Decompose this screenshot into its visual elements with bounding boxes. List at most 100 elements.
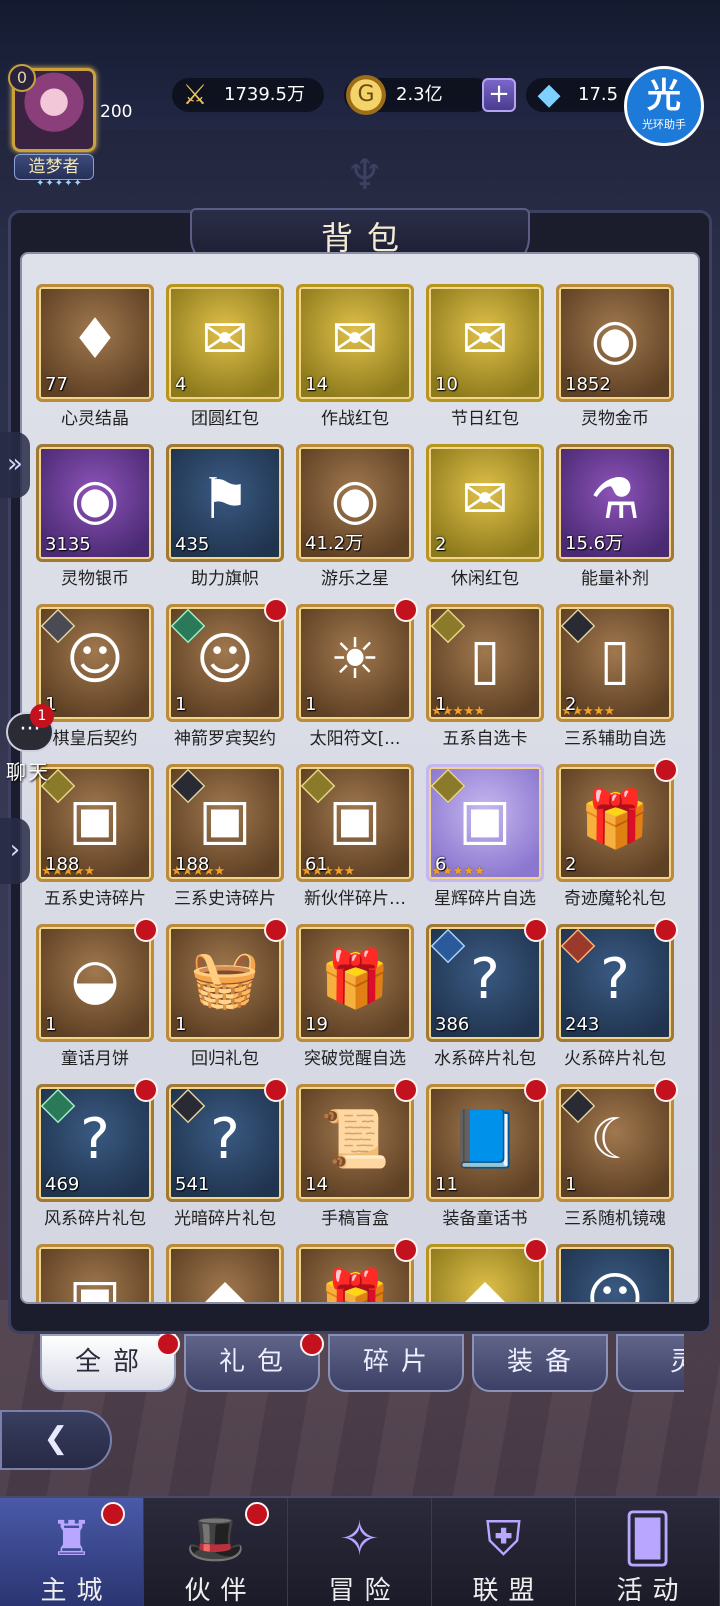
expand-right-arrow[interactable]: ›	[0, 818, 30, 884]
item-quantity: 1	[565, 1174, 577, 1195]
helper-app-badge[interactable]: 光 光环助手	[624, 66, 704, 146]
player-avatar-frame[interactable]: 0 造梦者 ✦✦✦✦✦	[8, 64, 100, 189]
new-notification-dot	[654, 758, 678, 782]
item-card[interactable]: ☺ 1	[166, 604, 284, 722]
inventory-item[interactable]: ▣	[36, 1244, 154, 1302]
item-card[interactable]: ◆	[166, 1244, 284, 1302]
inventory-item[interactable]: ▣ ★★★★★ 188 三系史诗碎片	[166, 764, 284, 910]
gift-box-icon: 🎁	[580, 787, 650, 852]
item-card[interactable]: ◒ 1	[36, 924, 154, 1042]
nav-item-3[interactable]: ⛨ 联盟	[432, 1498, 576, 1606]
inventory-item[interactable]: ◉ 3135 灵物银币	[36, 444, 154, 590]
sword-icon: ⚔	[182, 78, 208, 111]
item-card[interactable]: ☺ 1	[36, 604, 154, 722]
item-card[interactable]: ? 243	[556, 924, 674, 1042]
inventory-item[interactable]: 🎁 19 突破觉醒自选	[296, 924, 414, 1070]
item-label: 能量补剂	[581, 569, 649, 589]
inventory-item[interactable]: ☺	[556, 1244, 674, 1304]
item-label: 奇迹魔轮礼包	[564, 889, 666, 909]
tab-3[interactable]: 装备	[472, 1334, 608, 1392]
inventory-item[interactable]: ☀ 1 太阳符文[...	[296, 598, 418, 750]
item-card[interactable]: 🎁 2	[556, 764, 674, 882]
item-card[interactable]: ◉ 1852	[556, 284, 674, 402]
item-card[interactable]: ▣ ★★★★★ 6	[426, 764, 544, 882]
tab-0[interactable]: 全部	[40, 1334, 180, 1392]
tab-4[interactable]: 灵	[616, 1334, 684, 1392]
item-card[interactable]: ▣ ★★★★★ 188	[166, 764, 284, 882]
inventory-item[interactable]: ✉ 4 团圆红包	[166, 284, 284, 430]
item-label: 五系史诗碎片	[44, 889, 146, 909]
item-card[interactable]: 📘 11	[426, 1084, 544, 1202]
inventory-item[interactable]: ◆	[426, 1238, 548, 1302]
inventory-item[interactable]: ? 541 光暗碎片礼包	[166, 1078, 288, 1230]
item-card[interactable]: ◉ 41.2万	[296, 444, 414, 562]
inventory-item[interactable]: ▯ ★★★★★ 2 三系辅助自选	[556, 604, 674, 750]
item-card[interactable]: ♦ 77	[36, 284, 154, 402]
inventory-item[interactable]: ▣ ★★★★★ 61 新伙伴碎片…	[296, 764, 414, 910]
inventory-item[interactable]: ⚑ 435 助力旗帜	[166, 444, 284, 590]
inventory-item[interactable]: 🎁	[296, 1238, 418, 1302]
item-card[interactable]: ⚑ 435	[166, 444, 284, 562]
nav-item-0[interactable]: ♜ 主城	[0, 1498, 144, 1606]
nav-item-4[interactable]: 🂠 活动	[576, 1498, 720, 1606]
item-card[interactable]: ▣	[36, 1244, 154, 1302]
item-card[interactable]: ▯ ★★★★★ 1	[426, 604, 544, 722]
nav-item-1[interactable]: 🎩 伙伴	[144, 1498, 288, 1606]
back-arrow-icon: ❮	[43, 1421, 69, 1456]
category-tabs: 全部 礼包 碎片 装备 灵	[40, 1334, 684, 1392]
item-label: 三系辅助自选	[564, 729, 666, 749]
back-button[interactable]: ❮	[0, 1410, 112, 1470]
inventory-item[interactable]: ▣ ★★★★★ 6 星辉碎片自选	[426, 764, 544, 910]
inventory-panel[interactable]: ♦ 77 心灵结晶 ✉ 4 团圆红包 ✉ 14 作战红包 ✉ 10 节日红包 ◉ 1852 灵物金币 ◉ 313…	[20, 252, 700, 1304]
inventory-item[interactable]: ⚗ 15.6万能量补剂	[556, 444, 674, 590]
tab-1[interactable]: 礼包	[184, 1334, 324, 1392]
new-notification-dot	[245, 1502, 269, 1526]
item-quantity: 1	[175, 1014, 187, 1035]
inventory-item[interactable]: 🧺 1 回归礼包	[166, 918, 288, 1070]
item-card[interactable]: 🧺 1	[166, 924, 284, 1042]
item-card[interactable]: ? 541	[166, 1084, 284, 1202]
item-card[interactable]: ◉ 3135	[36, 444, 154, 562]
item-card[interactable]: ✉ 14	[296, 284, 414, 402]
inventory-item[interactable]: ◆	[166, 1244, 284, 1302]
item-quantity: 10	[435, 374, 458, 395]
item-card[interactable]: ☾ 1	[556, 1084, 674, 1202]
top-bar: 0 造梦者 ✦✦✦✦✦ 200 ⚔ 1739.5万 G 2.3亿 + ◆ 17.…	[0, 62, 720, 189]
inventory-item[interactable]: 📘 11 装备童话书	[426, 1078, 548, 1230]
nav-item-2[interactable]: ✧ 冒险	[288, 1498, 432, 1606]
inventory-item[interactable]: ✉ 14 作战红包	[296, 284, 414, 430]
item-card[interactable]: 📜 14	[296, 1084, 414, 1202]
item-card[interactable]: ✉ 10	[426, 284, 544, 402]
chat-button[interactable]: ··· 1 聊天	[6, 704, 62, 786]
item-card[interactable]: ? 469	[36, 1084, 154, 1202]
inventory-item[interactable]: ✉ 2 休闲红包	[426, 444, 544, 590]
item-card[interactable]: 🎁 19	[296, 924, 414, 1042]
item-quantity: 541	[175, 1174, 210, 1195]
tab-2[interactable]: 碎片	[328, 1334, 464, 1392]
expand-left-arrow[interactable]: »	[0, 432, 30, 498]
inventory-item[interactable]: 🎁 2 奇迹魔轮礼包	[556, 758, 678, 910]
item-card[interactable]: ☺	[556, 1244, 674, 1304]
hero-icon: ☺	[585, 1267, 645, 1304]
item-card[interactable]: ✉ 4	[166, 284, 284, 402]
inventory-item[interactable]: ☺ 1 神箭罗宾契约	[166, 598, 288, 750]
item-card[interactable]: ▣ ★★★★★ 61	[296, 764, 414, 882]
inventory-item[interactable]: ? 469 风系碎片礼包	[36, 1078, 158, 1230]
inventory-item[interactable]: ◉ 1852 灵物金币	[556, 284, 674, 430]
item-card[interactable]: ☀ 1	[296, 604, 414, 722]
item-card[interactable]: ▯ ★★★★★ 2	[556, 604, 674, 722]
item-card[interactable]: ✉ 2	[426, 444, 544, 562]
helper-label: 光环助手	[642, 118, 686, 131]
inventory-item[interactable]: 📜 14 手稿盲盒	[296, 1078, 418, 1230]
inventory-item[interactable]: ✉ 10 节日红包	[426, 284, 544, 430]
inventory-item[interactable]: ♦ 77 心灵结晶	[36, 284, 154, 430]
inventory-item[interactable]: ◒ 1 童话月饼	[36, 918, 158, 1070]
inventory-item[interactable]: ? 243 火系碎片礼包	[556, 918, 678, 1070]
inventory-item[interactable]: ▯ ★★★★★ 1 五系自选卡	[426, 604, 544, 750]
inventory-item[interactable]: ◉ 41.2万 游乐之星	[296, 444, 414, 590]
item-card[interactable]: ? 386	[426, 924, 544, 1042]
inventory-item[interactable]: ☾ 1 三系随机镜魂	[556, 1078, 678, 1230]
item-card[interactable]: ⚗ 15.6万	[556, 444, 674, 562]
inventory-item[interactable]: ? 386 水系碎片礼包	[426, 918, 548, 1070]
add-currency-button[interactable]: +	[482, 78, 516, 112]
